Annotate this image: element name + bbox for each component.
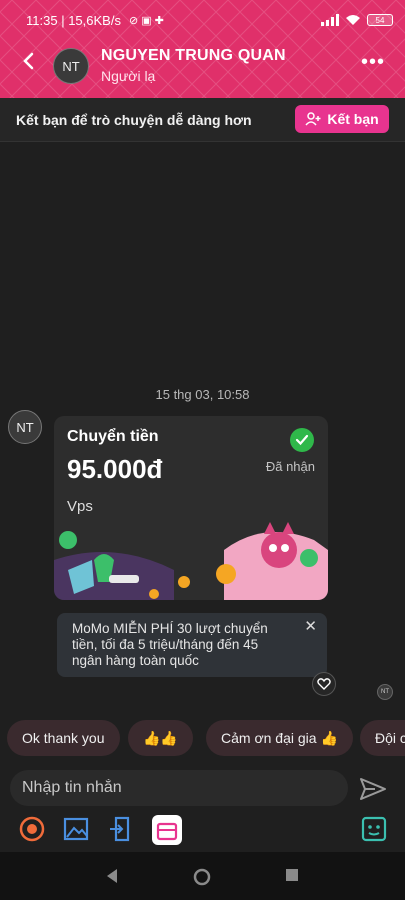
composer-toolbar	[0, 812, 405, 846]
close-icon[interactable]: ✕	[304, 619, 317, 635]
quick-replies: Ok thank you 👍👍 Cảm ơn đại gia 👍 Đội c	[0, 720, 405, 758]
battery-level: 54	[375, 15, 385, 25]
seen-avatar: NT	[377, 684, 393, 700]
contact-avatar[interactable]: NT	[53, 48, 89, 84]
system-navigation-bar	[0, 852, 405, 900]
heart-icon	[317, 678, 331, 690]
nav-back-icon[interactable]	[105, 868, 119, 884]
more-options-button[interactable]: •••	[361, 52, 385, 72]
contact-status: Người lạ	[101, 68, 156, 84]
transfer-amount: 95.000đ	[67, 454, 163, 484]
avatar-initials: NT	[62, 58, 80, 74]
nav-recents-icon[interactable]	[285, 868, 299, 882]
emoji-face-icon[interactable]	[360, 815, 388, 843]
gift-icon[interactable]	[152, 815, 182, 845]
momo-promo-tip: MoMo MIỄN PHÍ 30 lượt chuyển tiền, tối đ…	[57, 613, 327, 677]
back-arrow-icon[interactable]	[20, 52, 38, 70]
transfer-status: Đã nhận	[265, 459, 315, 474]
quick-reply-chip[interactable]: Ok thank you	[7, 720, 120, 756]
reaction-button[interactable]	[312, 672, 336, 696]
money-transfer-card[interactable]: Chuyển tiền 95.000đ Vps Đã nhận	[54, 416, 328, 600]
quick-reply-chip[interactable]: Cảm ơn đại gia 👍	[206, 720, 353, 756]
promo-text: MoMo MIỄN PHÍ 30 lượt chuyển tiền, tối đ…	[72, 621, 268, 668]
add-friend-banner: Kết bạn để trò chuyện dễ dàng hơn Kết bạ…	[0, 98, 405, 142]
transfer-title: Chuyển tiền	[67, 428, 159, 445]
sender-initials: NT	[16, 419, 34, 435]
quick-reply-chip[interactable]: 👍👍	[128, 720, 193, 756]
notification-icons: ⊘ ▣ ✚	[128, 14, 164, 27]
gallery-icon[interactable]	[62, 815, 90, 843]
network-speed: 15,6KB/s	[68, 12, 121, 28]
sticker-icon[interactable]	[18, 815, 46, 843]
composer	[0, 768, 405, 808]
status-bar: 11:35 | 15,6KB/s ⊘ ▣ ✚ 54	[0, 0, 405, 40]
add-friend-button[interactable]: Kết bạn	[295, 105, 389, 133]
quick-reply-chip[interactable]: Đội c	[360, 720, 405, 756]
nav-home-icon[interactable]	[193, 868, 211, 886]
message-input[interactable]	[10, 770, 348, 806]
add-friend-text: Kết bạn để trò chuyện dễ dàng hơn	[16, 111, 252, 128]
chat-header: 11:35 | 15,6KB/s ⊘ ▣ ✚ 54 NT NGUYEN TRUN…	[0, 0, 405, 98]
momo-illustration	[54, 520, 328, 600]
battery-icon: 54	[367, 14, 393, 26]
signal-icon	[321, 14, 339, 26]
transfer-icon[interactable]	[106, 815, 134, 843]
transfer-note: Vps	[67, 498, 93, 515]
check-icon	[290, 428, 314, 452]
status-time: 11:35	[26, 12, 58, 28]
wifi-icon	[346, 15, 360, 25]
add-friend-label: Kết bạn	[327, 111, 379, 127]
seen-initials: NT	[381, 689, 389, 695]
send-icon[interactable]	[359, 777, 387, 801]
message-timestamp: 15 thg 03, 10:58	[155, 387, 250, 402]
contact-name[interactable]: NGUYEN TRUNG QUAN	[101, 47, 286, 65]
add-user-icon	[305, 112, 321, 126]
sender-avatar[interactable]: NT	[8, 410, 42, 444]
